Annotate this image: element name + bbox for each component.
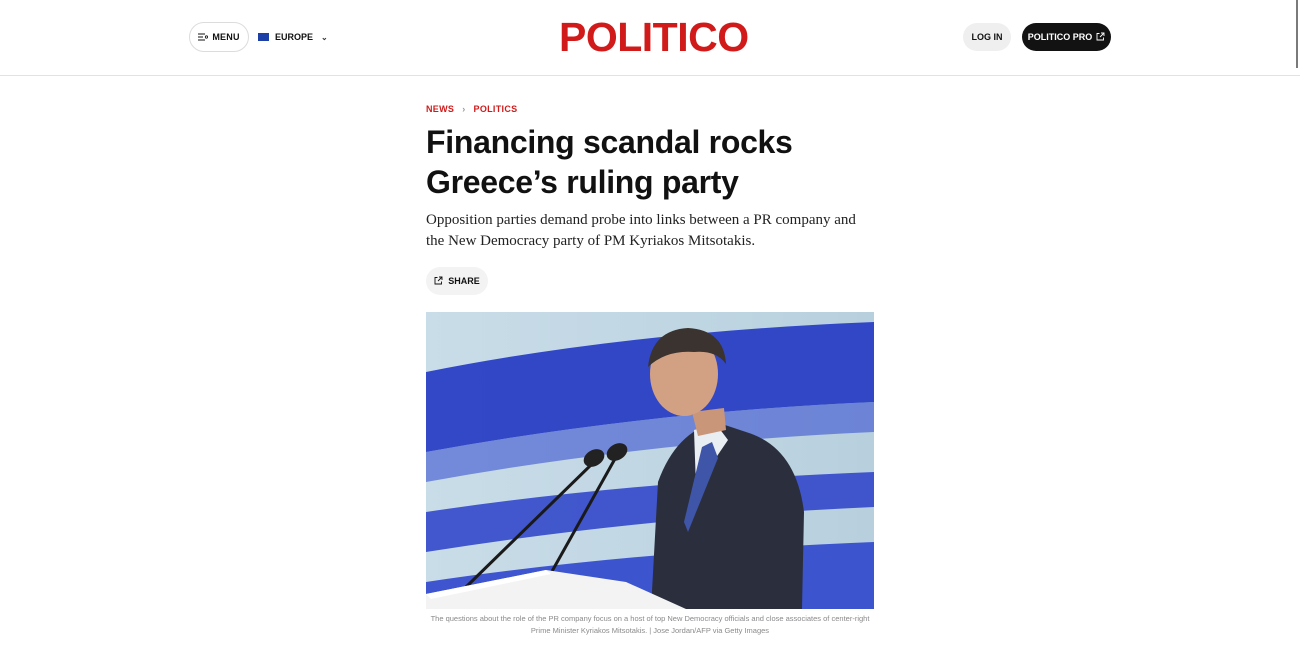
- breadcrumb: NEWS › POLITICS: [426, 104, 517, 114]
- breadcrumb-news[interactable]: NEWS: [426, 104, 454, 114]
- menu-label: MENU: [212, 32, 240, 42]
- article-headline: Financing scandal rocks Greece’s ruling …: [426, 124, 793, 200]
- menu-button[interactable]: MENU: [189, 22, 249, 52]
- share-icon: [434, 276, 443, 287]
- hero-photo-illustration: [426, 312, 874, 609]
- politico-pro-label: POLITICO PRO: [1027, 32, 1093, 42]
- hero-image: [426, 312, 874, 609]
- politico-pro-button[interactable]: POLITICO PRO: [1022, 23, 1111, 51]
- scrollbar[interactable]: [1296, 0, 1298, 68]
- external-link-icon: [1096, 32, 1105, 43]
- menu-lines-icon: [198, 33, 209, 41]
- site-header: MENU EUROPE ⌄ POLITICO LOG IN POLITICO P…: [0, 0, 1300, 76]
- login-button[interactable]: LOG IN: [963, 23, 1011, 51]
- chevron-down-icon: ⌄: [321, 32, 328, 42]
- share-button[interactable]: SHARE: [426, 267, 488, 295]
- edition-selector[interactable]: EUROPE ⌄: [258, 29, 328, 45]
- eu-flag-icon: [258, 33, 269, 41]
- share-label: SHARE: [448, 276, 480, 286]
- breadcrumb-separator: ›: [462, 104, 466, 114]
- edition-label: EUROPE: [275, 32, 314, 42]
- article-dek: Opposition parties demand probe into lin…: [426, 212, 856, 249]
- image-caption: The questions about the role of the PR c…: [430, 614, 870, 635]
- breadcrumb-politics[interactable]: POLITICS: [474, 104, 518, 114]
- site-logo[interactable]: POLITICO: [559, 15, 749, 59]
